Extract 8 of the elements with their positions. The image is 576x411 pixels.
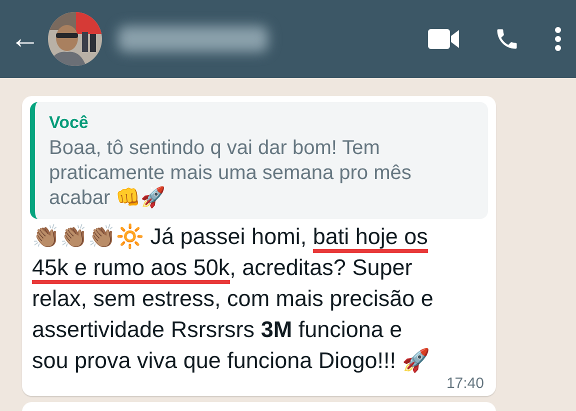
message-text: 👏🏽👏🏽👏🏽🔆 Já passei homi, bati hoje os 45k e rumo aos 50k, acreditas? Super relax, sem estress, com mais precisão e assertividade Rsrsrsrs 3M funciona e sou prova viva que funciona Diogo!!! 🚀: [31, 222, 434, 375]
back-button[interactable]: ←: [10, 24, 40, 54]
video-call-icon[interactable]: [428, 28, 460, 50]
message-time: 17:40: [445, 376, 485, 392]
quote-author: Você: [49, 112, 90, 134]
menu-icon[interactable]: [554, 27, 562, 51]
quote-text: Boaa, tô sentindo q vai dar bom! Tem praticamente mais uma semana pro mês acabar 👊🚀: [49, 136, 412, 210]
quoted-message[interactable]: Você Boaa, tô sentindo q vai dar bom! Tem praticamente mais uma semana pro mês acabar 👊🚀: [30, 102, 488, 218]
